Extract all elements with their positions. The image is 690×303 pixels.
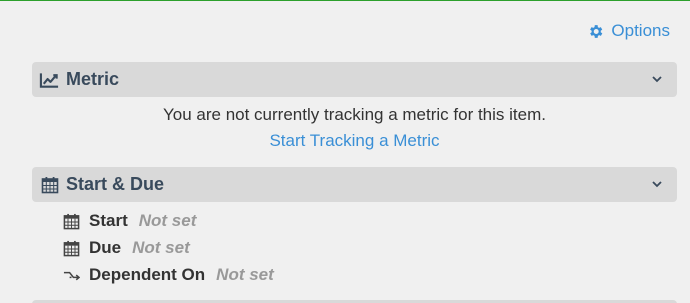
dependency-icon <box>63 267 80 284</box>
start-due-section-header[interactable]: Start & Due <box>32 167 677 202</box>
item-details-panel: Options Metric You are not currently tra… <box>0 0 690 303</box>
calendar-icon <box>63 213 80 230</box>
start-due-section-title: Start & Due <box>66 174 165 194</box>
metric-section-title: Metric <box>66 69 120 89</box>
due-date-value[interactable]: Not set <box>132 238 190 258</box>
chevron-down-icon[interactable] <box>651 73 663 85</box>
metric-empty-message: You are not currently tracking a metric … <box>163 105 546 124</box>
dependent-on-row: Dependent On Not set <box>63 265 274 285</box>
metric-section-header[interactable]: Metric <box>32 62 677 97</box>
due-date-row: Due Not set <box>63 238 190 258</box>
line-chart-icon <box>39 71 60 89</box>
options-label: Options <box>611 21 670 40</box>
start-date-value[interactable]: Not set <box>139 211 197 231</box>
due-date-label: Due <box>89 238 122 257</box>
start-date-label: Start <box>89 211 128 230</box>
start-date-row: Start Not set <box>63 211 196 231</box>
calendar-icon <box>39 176 60 194</box>
start-tracking-metric-link[interactable]: Start Tracking a Metric <box>32 131 677 151</box>
gear-icon <box>587 23 604 40</box>
options-button[interactable]: Options <box>587 21 670 41</box>
calendar-icon <box>63 240 80 257</box>
chevron-down-icon[interactable] <box>651 178 663 190</box>
dependent-on-value[interactable]: Not set <box>216 265 274 285</box>
dependent-on-label: Dependent On <box>89 265 206 284</box>
